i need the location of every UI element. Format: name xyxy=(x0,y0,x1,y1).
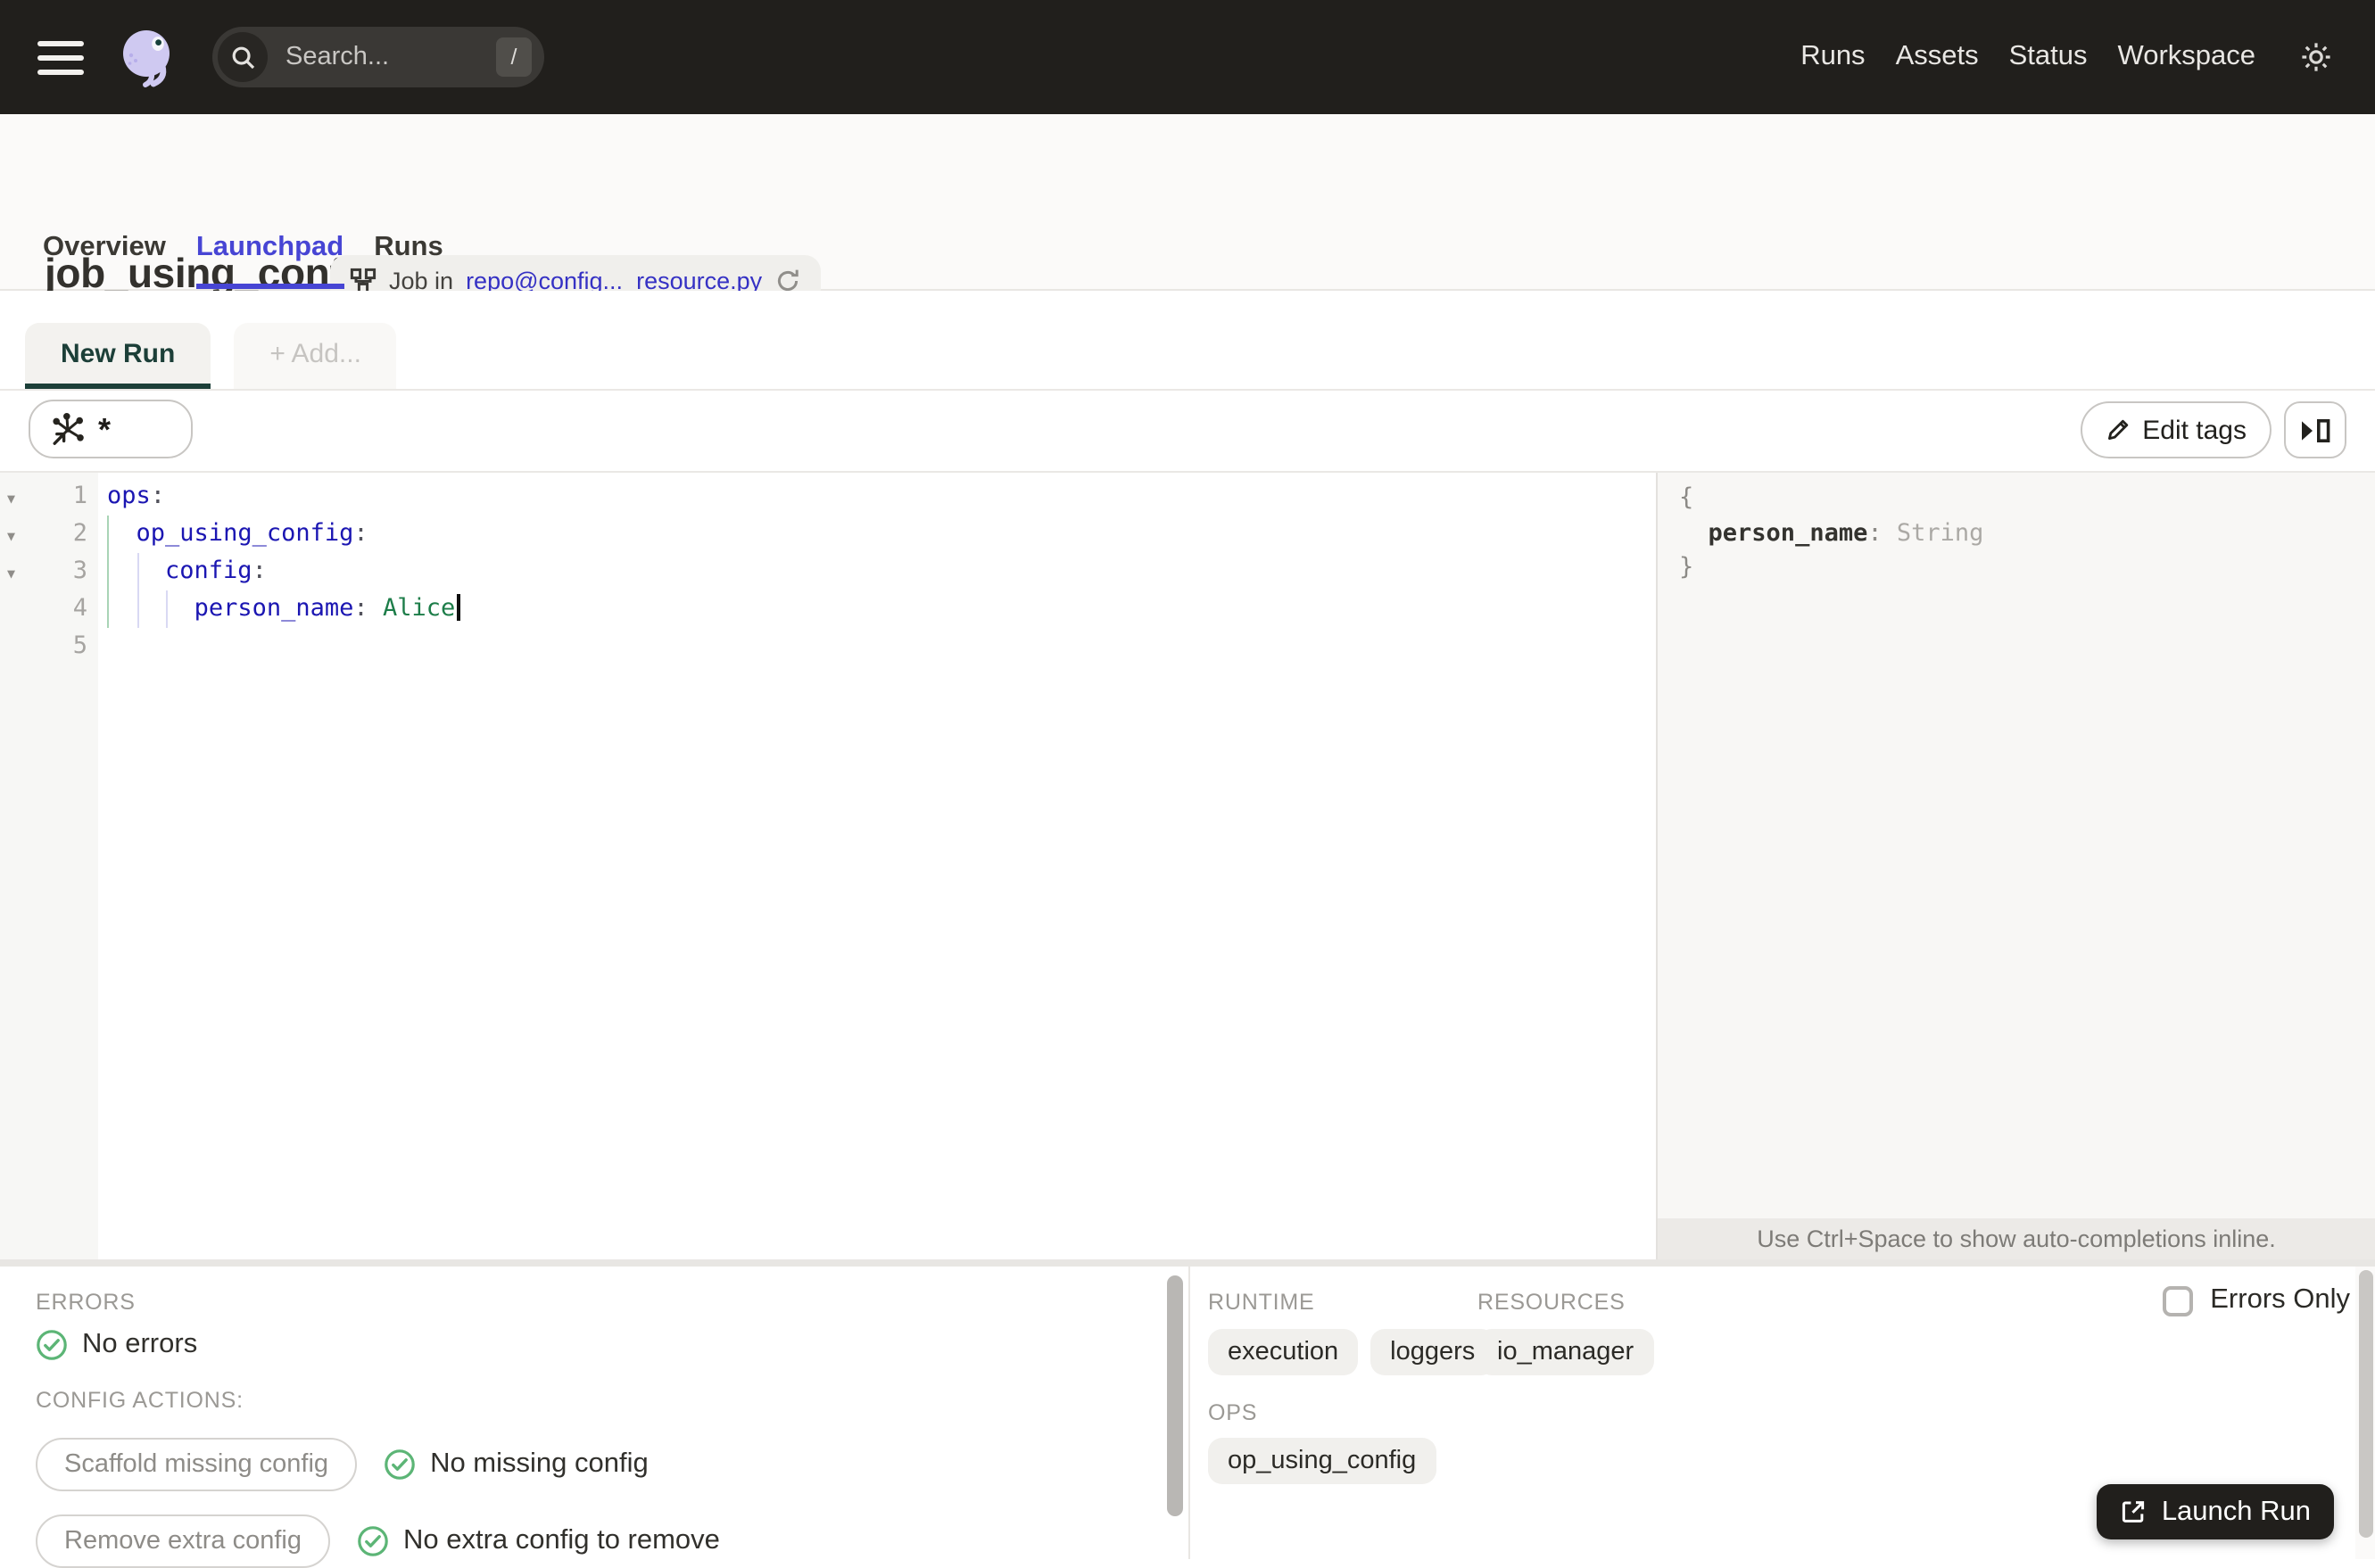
run-structure-panel: RUNTIME execution loggers RESOURCES io_ma… xyxy=(1190,1267,2375,1559)
text-cursor xyxy=(457,594,461,621)
launchpad-toolbar: * Edit tags xyxy=(0,391,2375,473)
reload-icon[interactable] xyxy=(774,267,801,293)
code-line[interactable]: person_name: Alice xyxy=(107,590,1656,628)
resources-tags: io_manager xyxy=(1477,1329,1654,1375)
scrollbar-thumb[interactable] xyxy=(1167,1275,1183,1516)
edit-tags-label: Edit tags xyxy=(2142,415,2247,445)
dagster-launchpad-page: / Runs Assets Status Workspace job_using_co… xyxy=(0,0,2375,1568)
scrollbar-thumb[interactable] xyxy=(2359,1270,2373,1538)
bottom-section: ERRORS No errors CONFIG ACTIONS: Scaffol… xyxy=(0,1267,2375,1568)
dagster-logo-icon[interactable] xyxy=(114,23,182,91)
errors-panel-scrollbar[interactable] xyxy=(1163,1267,1187,1559)
errors-only-checkbox[interactable] xyxy=(2162,1285,2193,1316)
errors-only-label: Errors Only xyxy=(2210,1284,2350,1315)
repo-link[interactable]: repo@config..._resource.py xyxy=(466,267,762,293)
line-number: 4 xyxy=(72,594,87,623)
config-tab-add[interactable]: + Add... xyxy=(234,323,397,389)
tag-execution[interactable]: execution xyxy=(1208,1329,1359,1375)
resources-heading: RESOURCES xyxy=(1477,1290,1626,1315)
page-scrollbar[interactable] xyxy=(2355,1267,2375,1559)
tag-io_manager[interactable]: io_manager xyxy=(1477,1329,1654,1375)
errors-heading: ERRORS xyxy=(36,1290,136,1315)
page-header: job_using_config Job in repo@config..._r… xyxy=(0,114,2375,305)
indent-guide xyxy=(107,516,109,628)
op-selector-value: * xyxy=(98,412,112,448)
fold-arrow-icon[interactable]: ▼ xyxy=(7,555,15,592)
horizontal-splitter[interactable] xyxy=(0,1259,2375,1267)
runtime-heading: RUNTIME xyxy=(1208,1290,1315,1315)
launch-run-button[interactable]: Launch Run xyxy=(2097,1484,2334,1539)
no-errors-status: No errors xyxy=(36,1329,197,1361)
code-line[interactable]: config: xyxy=(107,553,1656,590)
editor-gutter: ▼ 1 ▼ 2 ▼ 3 4 5 xyxy=(0,473,98,1259)
fold-arrow-icon[interactable]: ▼ xyxy=(7,517,15,555)
toggle-right-panel-button[interactable] xyxy=(2284,401,2346,458)
tag-op_using_config[interactable]: op_using_config xyxy=(1208,1438,1436,1484)
tab-runs[interactable]: Runs xyxy=(374,232,443,289)
autocomplete-hint: Use Ctrl+Space to show auto-completions … xyxy=(1658,1218,2375,1259)
settings-gear-icon[interactable] xyxy=(2298,39,2334,75)
schema-type-signature: { person_name: String} xyxy=(1679,483,1984,582)
ops-tags: op_using_config xyxy=(1208,1438,1436,1484)
nav-link-workspace[interactable]: Workspace xyxy=(2118,41,2256,73)
job-tabs: Overview Launchpad Runs xyxy=(43,232,443,289)
code-line[interactable]: op_using_config: xyxy=(107,516,1656,553)
config-actions-heading: CONFIG ACTIONS: xyxy=(36,1388,244,1413)
runtime-tags: execution loggers xyxy=(1208,1329,1495,1375)
status-label: No extra config to remove xyxy=(402,1525,720,1556)
code-line[interactable] xyxy=(107,628,1656,665)
panel-toggle-icon xyxy=(2302,417,2330,442)
remove-extra-config-button[interactable]: Remove extra config xyxy=(36,1514,330,1568)
line-number: 5 xyxy=(72,631,87,660)
tab-launchpad[interactable]: Launchpad xyxy=(195,232,344,289)
indent-guide xyxy=(137,553,139,628)
line-number: ▼ 2 xyxy=(0,516,98,553)
launchpad-config-strip: New Run + Add... xyxy=(0,291,2375,391)
config-action-status: No missing config xyxy=(384,1448,649,1481)
code-line[interactable]: ops: xyxy=(107,478,1656,516)
nav-links: Runs Assets Status Workspace xyxy=(1800,39,2334,75)
no-errors-label: No errors xyxy=(82,1329,198,1359)
check-circle-icon xyxy=(385,1449,415,1480)
config-action-status: No extra config to remove xyxy=(357,1525,720,1557)
editor-code[interactable]: ops: op_using_config: config: person_nam… xyxy=(98,473,1656,1259)
config-tab-new-run[interactable]: New Run xyxy=(25,323,211,389)
launch-icon xyxy=(2123,1501,2145,1523)
nav-link-status[interactable]: Status xyxy=(2009,41,2088,73)
config-schema-panel: { person_name: String} Use Ctrl+Space to… xyxy=(1656,473,2375,1259)
line-number: ▼ 1 xyxy=(0,478,98,516)
tab-overview[interactable]: Overview xyxy=(43,232,166,289)
fold-arrow-icon[interactable]: ▼ xyxy=(7,480,15,517)
pencil-icon xyxy=(2107,419,2128,440)
edit-tags-button[interactable]: Edit tags xyxy=(2080,401,2272,458)
scaffold-missing-config-button[interactable]: Scaffold missing config xyxy=(36,1438,358,1491)
check-circle-icon xyxy=(37,1330,67,1360)
ops-heading: OPS xyxy=(1208,1400,1258,1425)
errors-panel: ERRORS No errors CONFIG ACTIONS: Scaffol… xyxy=(0,1267,1163,1568)
hamburger-menu-icon[interactable] xyxy=(37,40,84,74)
indent-guide xyxy=(166,590,168,628)
top-nav: / Runs Assets Status Workspace xyxy=(0,0,2375,114)
status-label: No missing config xyxy=(430,1448,649,1479)
search-icon xyxy=(218,32,268,82)
op-selector-icon xyxy=(53,413,84,445)
global-search[interactable]: / xyxy=(212,27,544,87)
search-shortcut-key: / xyxy=(496,37,532,77)
config-editor[interactable]: ▼ 1 ▼ 2 ▼ 3 4 5 ops: op_using_config: config: p… xyxy=(0,473,1656,1259)
search-input[interactable] xyxy=(282,41,496,73)
launch-run-label: Launch Run xyxy=(2161,1496,2311,1526)
check-circle-icon xyxy=(358,1526,388,1556)
config-action-row: Remove extra config No extra config to re… xyxy=(36,1514,720,1568)
launchpad-main: ▼ 1 ▼ 2 ▼ 3 4 5 ops: op_using_config: config: p… xyxy=(0,473,2375,1259)
op-selector-input[interactable]: * xyxy=(29,400,193,458)
line-number: ▼ 3 xyxy=(0,553,98,590)
config-action-row: Scaffold missing config No missing config xyxy=(36,1438,649,1491)
tag-loggers[interactable]: loggers xyxy=(1370,1329,1495,1375)
nav-link-runs[interactable]: Runs xyxy=(1800,41,1865,73)
nav-link-assets[interactable]: Assets xyxy=(1896,41,1979,73)
errors-only-toggle[interactable]: Errors Only xyxy=(2162,1284,2350,1316)
